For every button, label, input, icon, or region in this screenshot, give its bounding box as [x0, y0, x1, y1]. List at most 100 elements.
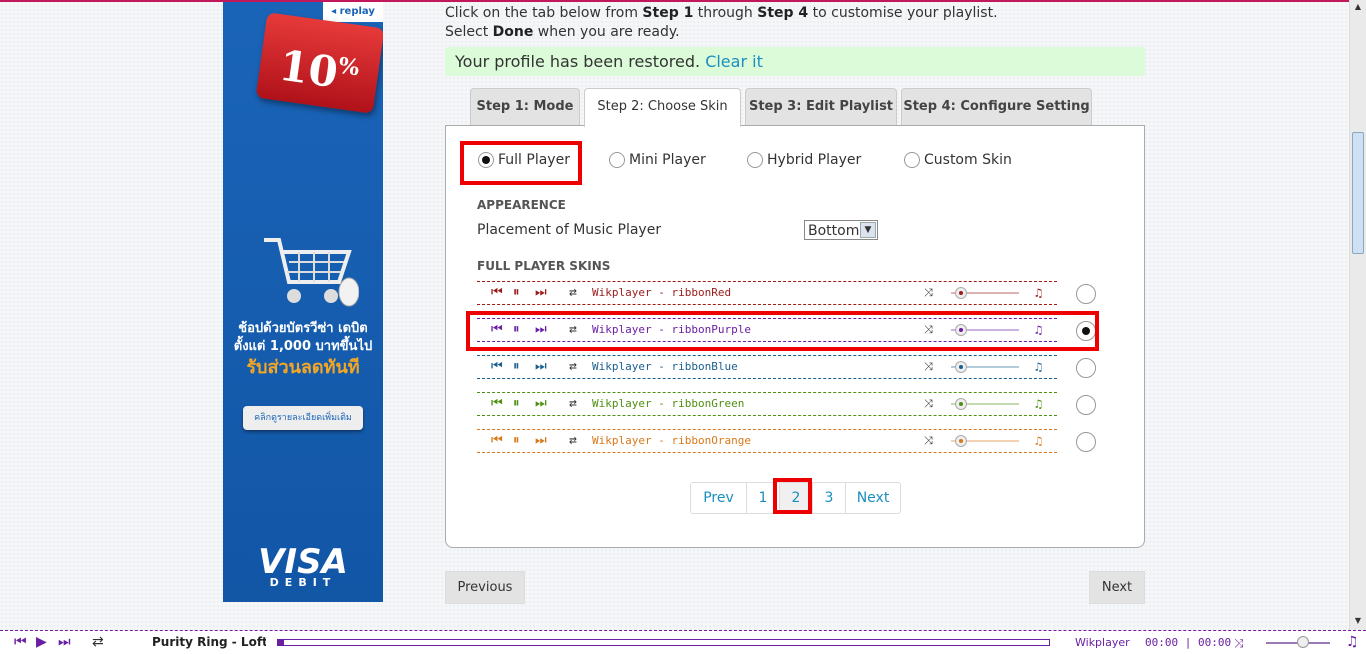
custom-skin-radio[interactable] [904, 152, 920, 168]
tab-step4-configure-setting[interactable]: Step 4: Configure Setting [901, 88, 1092, 125]
next-button[interactable]: Next [1089, 571, 1145, 604]
tab-step1-mode[interactable]: Step 1: Mode [470, 88, 580, 125]
mode-mini-player[interactable]: Mini Player [609, 150, 706, 170]
repeat-icon: ⇄ [569, 359, 577, 374]
highlight-ribbon-purple [466, 311, 1099, 351]
skin-select-radio[interactable] [1076, 357, 1096, 378]
page-scrollbar[interactable]: ▲ ▼ [1349, 0, 1366, 630]
volume-knob[interactable] [1297, 636, 1309, 648]
next-track-icon: ⏭ [535, 359, 547, 374]
replay-button[interactable]: ◂ replay [323, 2, 383, 22]
volume-knob [955, 287, 967, 299]
advertisement-banner[interactable]: ◂ replay 10% ช้อปด้วยบัตรวีซ่า เดบิต ตั้… [223, 2, 383, 602]
ad-text-line2: ตั้งแต่ 1,000 บาทขึ้นไป [233, 339, 373, 354]
skin-row[interactable]: ⏮ ⏸ ⏭ ⇄ Wikplayer - ribbonRed ⤨ ♫ [477, 281, 1057, 305]
playlist-icon: ♫ [1035, 286, 1043, 300]
shuffle-icon: ⤨ [924, 397, 933, 410]
playlist-icon: ♫ [1035, 360, 1043, 374]
ad-text-line3: รับส่วนลดทันที [246, 357, 360, 378]
radio-circle[interactable] [1076, 431, 1096, 452]
instr-text: to customise your playlist. [808, 5, 998, 21]
repeat-icon: ⇄ [569, 396, 577, 411]
ad-details-button[interactable]: คลิกดูรายละเอียดเพิ่มเติม [243, 406, 363, 430]
previous-button[interactable]: Previous [445, 571, 525, 604]
pagination-prev[interactable]: Prev [691, 483, 746, 513]
playlist-icon: ♫ [1035, 434, 1043, 448]
scrollbar-thumb[interactable] [1352, 132, 1364, 254]
skin-row[interactable]: ⏮ ⏸ ⏭ ⇄ Wikplayer - ribbonGreen ⤨ ♫ [477, 392, 1057, 416]
skin-select-radio[interactable] [1076, 394, 1096, 415]
clear-profile-link[interactable]: Clear it [705, 52, 763, 71]
mode-hybrid-player[interactable]: Hybrid Player [747, 150, 861, 170]
repeat-icon[interactable]: ⇄ [92, 634, 104, 650]
notice-text: Your profile has been restored. [455, 52, 701, 71]
instr-text: through [693, 5, 758, 21]
ad-text: ช้อปด้วยบัตรวีซ่า เดบิต ตั้งแต่ 1,000 บา… [227, 320, 379, 380]
visa-debit-label: DEBIT [269, 576, 337, 589]
volume-knob-dot [959, 365, 963, 369]
skin-select-radio[interactable] [1076, 431, 1096, 452]
music-player-bar: ⏮ ▶ ⏭ ⇄ Purity Ring - Lofticries Wikplay… [0, 630, 1366, 654]
scroll-down-icon[interactable]: ▼ [1350, 614, 1366, 628]
volume-knob [955, 398, 967, 410]
ad-text-line1: ช้อปด้วยบัตรวีซ่า เดบิต [238, 321, 368, 336]
instr-text: when you are ready. [533, 24, 680, 40]
highlight-full-player [460, 141, 582, 185]
play-icon[interactable]: ▶ [36, 634, 47, 650]
skin-name: Wikplayer - ribbonOrange [592, 434, 751, 447]
next-track-icon: ⏭ [535, 433, 547, 448]
chevron-down-icon[interactable]: ▼ [860, 222, 876, 238]
skin-select-radio[interactable] [1076, 283, 1096, 304]
shuffle-icon: ⤨ [924, 434, 933, 447]
tab-step2-choose-skin[interactable]: Step 2: Choose Skin [584, 88, 741, 127]
player-time: 00:00 | 00:00 [1145, 636, 1232, 649]
skin-name: Wikplayer - ribbonBlue [592, 360, 738, 373]
appearance-heading: APPEARENCE [477, 198, 566, 212]
mini-player-radio[interactable] [609, 152, 625, 168]
pagination-page-3[interactable]: 3 [812, 483, 845, 513]
previous-track-icon[interactable]: ⏮ [14, 634, 27, 650]
skin-name: Wikplayer - ribbonRed [592, 286, 732, 299]
previous-track-icon: ⏮ [491, 433, 503, 448]
playlist-icon: ♫ [1035, 397, 1043, 411]
shopping-cart-icon [264, 238, 359, 307]
previous-track-icon: ⏮ [491, 285, 503, 300]
next-track-icon: ⏭ [535, 396, 547, 411]
skin-row[interactable]: ⏮ ⏸ ⏭ ⇄ Wikplayer - ribbonBlue ⤨ ♫ [477, 355, 1057, 379]
instructions: Click on the tab below from Step 1 throu… [445, 4, 1145, 42]
progress-fill [278, 640, 284, 645]
hybrid-player-radio[interactable] [747, 152, 763, 168]
next-track-icon[interactable]: ⏭ [58, 634, 71, 650]
previous-track-icon: ⏮ [491, 359, 503, 374]
pagination-next[interactable]: Next [845, 483, 900, 513]
next-track-icon: ⏭ [535, 285, 547, 300]
skins-heading: FULL PLAYER SKINS [477, 259, 611, 273]
mode-custom-skin[interactable]: Custom Skin [904, 150, 1012, 170]
discount-unit: % [336, 52, 362, 82]
placement-select[interactable]: Bottom ▼ [804, 220, 878, 240]
pause-icon: ⏸ [513, 359, 520, 374]
volume-knob-dot [959, 402, 963, 406]
playlist-icon[interactable]: ♫ [1346, 634, 1359, 650]
highlight-page-2 [773, 478, 812, 514]
pause-icon: ⏸ [513, 433, 520, 448]
shuffle-icon: ⤨ [924, 360, 933, 373]
radio-circle[interactable] [1076, 283, 1096, 304]
now-playing-title: Purity Ring - Lofticries [152, 635, 266, 649]
instructions-line1: Click on the tab below from Step 1 throu… [445, 4, 1145, 23]
custom-skin-label: Custom Skin [924, 152, 1012, 168]
scroll-up-icon[interactable]: ▲ [1350, 0, 1366, 14]
shuffle-icon[interactable]: ⤨ [1234, 635, 1244, 651]
radio-circle[interactable] [1076, 394, 1096, 415]
instr-text: Click on the tab below from [445, 5, 643, 21]
skin-name: Wikplayer - ribbonGreen [592, 397, 745, 410]
tab-step3-edit-playlist[interactable]: Step 3: Edit Playlist [745, 88, 897, 125]
volume-knob-dot [959, 291, 963, 295]
skin-row[interactable]: ⏮ ⏸ ⏭ ⇄ Wikplayer - ribbonOrange ⤨ ♫ [477, 429, 1057, 453]
radio-circle[interactable] [1076, 357, 1096, 378]
mini-player-label: Mini Player [629, 152, 706, 168]
previous-track-icon: ⏮ [491, 396, 503, 411]
volume-knob [955, 435, 967, 447]
progress-bar[interactable] [277, 639, 1050, 646]
pause-icon: ⏸ [513, 396, 520, 411]
